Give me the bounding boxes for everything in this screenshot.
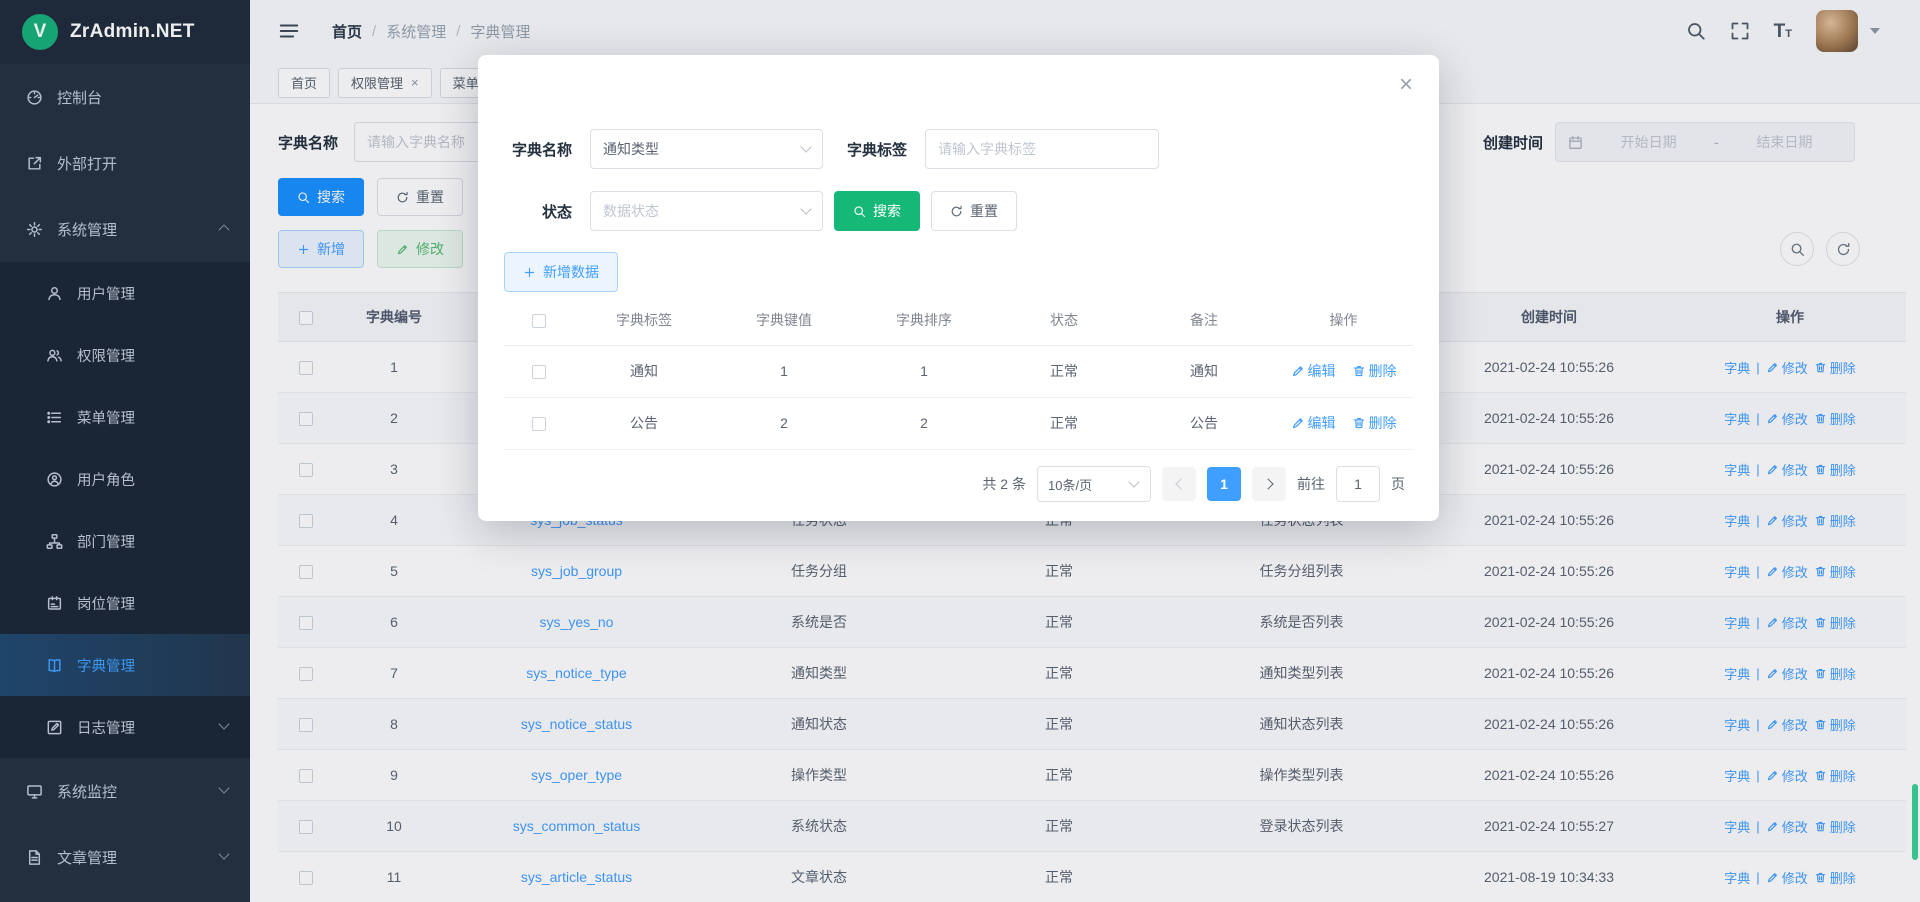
delete-link[interactable]: 删除 [1352, 361, 1397, 381]
goto-suffix: 页 [1391, 474, 1405, 494]
add-data-button[interactable]: 新增数据 [504, 252, 618, 292]
chevron-down-icon [800, 203, 811, 214]
edit-link-label: 编辑 [1308, 361, 1336, 381]
goto-page-input[interactable] [1336, 466, 1380, 502]
prev-page-button[interactable] [1162, 467, 1196, 501]
select-all-checkbox[interactable] [532, 314, 546, 328]
dialog-reset-button[interactable]: 重置 [931, 191, 1017, 231]
remark-cell: 通知 [1134, 345, 1274, 397]
status-cell: 正常 [994, 397, 1134, 449]
plus-icon [523, 266, 536, 279]
dialog-form-row-1: 字典名称 通知类型 字典标签 [504, 129, 1159, 169]
row-checkbox-cell [504, 397, 574, 449]
search-icon [853, 205, 866, 218]
chevron-right-icon [1262, 478, 1273, 489]
current-page-button[interactable]: 1 [1207, 467, 1241, 501]
edit-link[interactable]: 编辑 [1291, 361, 1336, 381]
chevron-down-icon [1128, 476, 1139, 487]
table-row: 公告22正常公告编辑删除 [504, 397, 1413, 449]
dict-type-select[interactable]: 通知类型 [590, 129, 823, 169]
next-page-button[interactable] [1252, 467, 1286, 501]
dict-data-dialog: × 字典名称 通知类型 字典标签 状态 数据状态 搜索 [478, 55, 1439, 521]
dialog-status-label: 状态 [504, 201, 572, 222]
column-header: 状态 [994, 295, 1134, 345]
delete-link-label: 删除 [1369, 413, 1397, 433]
dialog-dict-type-label: 字典名称 [504, 139, 572, 160]
dict-data-table: 字典标签字典键值字典排序状态备注操作 通知11正常通知编辑删除公告22正常公告编… [504, 295, 1413, 450]
pagination-total: 共 2 条 [982, 474, 1026, 494]
operations-cell: 编辑 删除 [1274, 345, 1413, 397]
row-checkbox[interactable] [532, 417, 546, 431]
chevron-down-icon [800, 141, 811, 152]
edit-icon [1291, 364, 1305, 378]
dialog-mask: × 字典名称 通知类型 字典标签 状态 数据状态 搜索 [0, 0, 1920, 902]
delete-icon [1352, 416, 1366, 430]
dict-sort-cell: 2 [854, 397, 994, 449]
refresh-icon [950, 205, 963, 218]
dialog-search-button[interactable]: 搜索 [834, 191, 920, 231]
page: V ZrAdmin.NET 控制台外部打开系统管理用户管理权限管理菜单管理用户角… [0, 0, 1920, 902]
goto-prefix: 前往 [1297, 474, 1325, 494]
row-operations: 编辑 删除 [1274, 361, 1413, 381]
row-operations: 编辑 删除 [1274, 413, 1413, 433]
page-size-select[interactable]: 10条/页 [1037, 466, 1151, 502]
column-header: 操作 [1274, 295, 1413, 345]
dialog-form-row-2: 状态 数据状态 搜索 重置 [504, 191, 1017, 231]
pagination: 共 2 条 10条/页 1 前往 页 [982, 466, 1405, 502]
chevron-left-icon [1175, 478, 1186, 489]
dict-label-input[interactable] [925, 129, 1159, 169]
column-header: 字典排序 [854, 295, 994, 345]
dict-label-cell: 公告 [574, 397, 714, 449]
edit-link[interactable]: 编辑 [1291, 413, 1336, 433]
column-header: 字典键值 [714, 295, 854, 345]
status-select[interactable]: 数据状态 [590, 191, 823, 231]
table-header-row: 字典标签字典键值字典排序状态备注操作 [504, 295, 1413, 345]
scrollbar-thumb[interactable] [1912, 784, 1918, 860]
edit-link-label: 编辑 [1308, 413, 1336, 433]
dict-value-cell: 1 [714, 345, 854, 397]
dict-value-cell: 2 [714, 397, 854, 449]
dict-label-cell: 通知 [574, 345, 714, 397]
dialog-dict-label-label: 字典标签 [839, 139, 907, 160]
dict-sort-cell: 1 [854, 345, 994, 397]
row-checkbox[interactable] [532, 365, 546, 379]
delete-link[interactable]: 删除 [1352, 413, 1397, 433]
column-header: 字典标签 [574, 295, 714, 345]
table-row: 通知11正常通知编辑删除 [504, 345, 1413, 397]
operations-cell: 编辑 删除 [1274, 397, 1413, 449]
delete-link-label: 删除 [1369, 361, 1397, 381]
delete-icon [1352, 364, 1366, 378]
header-checkbox-cell [504, 295, 574, 345]
dialog-toolbar: 新增数据 [504, 252, 618, 292]
close-icon[interactable]: × [1399, 73, 1413, 97]
edit-icon [1291, 416, 1305, 430]
status-cell: 正常 [994, 345, 1134, 397]
remark-cell: 公告 [1134, 397, 1274, 449]
column-header: 备注 [1134, 295, 1274, 345]
row-checkbox-cell [504, 345, 574, 397]
